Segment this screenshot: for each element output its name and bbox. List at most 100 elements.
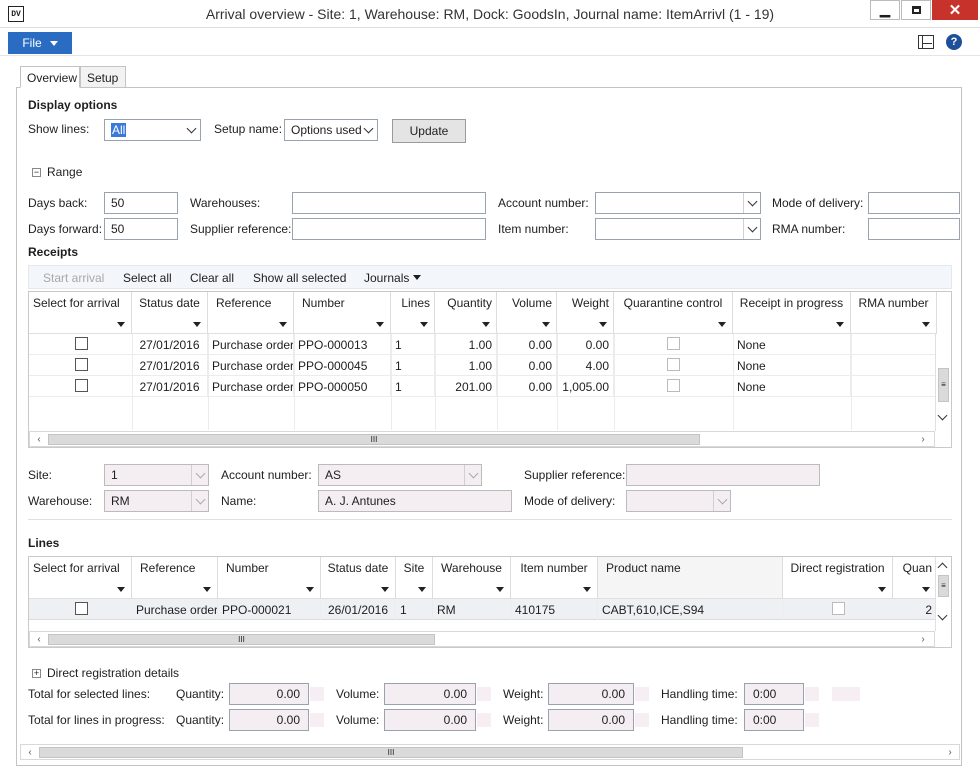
page-horizontal-scrollbar[interactable]: ‹ III › xyxy=(20,744,960,760)
scroll-right-icon[interactable]: › xyxy=(916,432,930,446)
filter-reference[interactable] xyxy=(208,314,294,334)
filter-rma-number[interactable] xyxy=(851,314,937,334)
filter-product-name[interactable] xyxy=(598,579,783,599)
detail-account-number-field[interactable]: AS xyxy=(318,464,482,486)
supplier-reference-input[interactable] xyxy=(292,218,486,240)
filter-status-date[interactable] xyxy=(132,314,208,334)
item-number-input[interactable] xyxy=(595,218,761,240)
table-row[interactable]: Purchase order PPO-000021 26/01/2016 1 R… xyxy=(29,599,937,620)
col-lines[interactable]: Lines xyxy=(391,292,435,314)
scroll-down-icon[interactable] xyxy=(937,610,948,621)
scroll-left-icon[interactable]: ‹ xyxy=(23,745,37,759)
col-reference[interactable]: Reference xyxy=(132,557,218,579)
receipts-horizontal-scrollbar[interactable]: ‹ III › xyxy=(29,431,935,447)
tab-setup[interactable]: Setup xyxy=(80,66,126,88)
lines-vertical-scrollbar[interactable]: ≡ xyxy=(935,557,951,631)
maximize-button[interactable] xyxy=(901,0,931,20)
col-select-for-arrival[interactable]: Select for arrival xyxy=(29,292,132,314)
filter-weight[interactable] xyxy=(557,314,614,334)
scroll-thumb[interactable]: III xyxy=(39,747,743,758)
scroll-left-icon[interactable]: ‹ xyxy=(32,432,46,446)
col-select-for-arrival[interactable]: Select for arrival xyxy=(29,557,132,579)
col-volume[interactable]: Volume xyxy=(497,292,557,314)
tab-overview[interactable]: Overview xyxy=(20,66,80,88)
mode-of-delivery-input[interactable] xyxy=(868,192,960,214)
filter-select-for-arrival[interactable] xyxy=(29,314,132,334)
filter-item-number[interactable] xyxy=(511,579,598,599)
journals-menu-button[interactable]: Journals xyxy=(364,271,421,285)
col-item-number[interactable]: Item number xyxy=(511,557,598,579)
filter-receipt-in-progress[interactable] xyxy=(733,314,851,334)
setup-name-select[interactable]: Options used xyxy=(284,119,378,141)
account-number-input[interactable] xyxy=(595,192,761,214)
col-product-name[interactable]: Product name xyxy=(598,557,783,579)
name-field[interactable]: A. J. Antunes xyxy=(318,490,512,512)
detail-supplier-reference-field[interactable] xyxy=(626,464,820,486)
filter-warehouse[interactable] xyxy=(433,579,511,599)
col-receipt-in-progress[interactable]: Receipt in progress xyxy=(733,292,851,314)
receipts-vertical-scrollbar[interactable]: ≡ xyxy=(935,334,951,431)
expand-direct-registration-icon[interactable]: + xyxy=(32,669,41,678)
collapse-range-icon[interactable]: − xyxy=(32,168,41,177)
warehouse-field[interactable]: RM xyxy=(104,490,209,512)
col-reference[interactable]: Reference xyxy=(208,292,294,314)
filter-quantity[interactable] xyxy=(435,314,497,334)
select-for-arrival-checkbox[interactable] xyxy=(75,602,88,615)
chevron-down-icon[interactable] xyxy=(743,219,760,239)
close-button[interactable]: ✕ xyxy=(932,0,978,20)
col-status-date[interactable]: Status date xyxy=(321,557,396,579)
col-number[interactable]: Number xyxy=(218,557,321,579)
scroll-right-icon[interactable]: › xyxy=(916,632,930,646)
show-lines-select[interactable]: All xyxy=(104,119,201,141)
direct-registration-checkbox[interactable] xyxy=(832,602,845,615)
col-status-date[interactable]: Status date xyxy=(132,292,208,314)
select-all-button[interactable]: Select all xyxy=(123,271,172,285)
detail-mode-of-delivery-field[interactable] xyxy=(626,490,731,512)
filter-volume[interactable] xyxy=(497,314,557,334)
range-title[interactable]: Range xyxy=(47,165,82,179)
col-weight[interactable]: Weight xyxy=(557,292,614,314)
scroll-left-icon[interactable]: ‹ xyxy=(32,632,46,646)
direct-registration-title[interactable]: Direct registration details xyxy=(47,666,179,680)
layout-icon[interactable] xyxy=(918,35,934,49)
site-field[interactable]: 1 xyxy=(104,464,209,486)
table-row[interactable]: 27/01/2016 Purchase order PPO-000050 1 2… xyxy=(29,376,937,397)
clear-all-button[interactable]: Clear all xyxy=(190,271,234,285)
filter-status-date[interactable] xyxy=(321,579,396,599)
col-quarantine-control[interactable]: Quarantine control xyxy=(614,292,733,314)
file-menu-button[interactable]: File xyxy=(8,32,72,54)
scroll-thumb[interactable]: III xyxy=(48,634,435,645)
scroll-thumb[interactable]: ≡ xyxy=(938,575,949,597)
scroll-thumb[interactable]: ≡ xyxy=(938,368,949,402)
help-icon[interactable]: ? xyxy=(946,34,962,50)
filter-reference[interactable] xyxy=(132,579,218,599)
col-rma-number[interactable]: RMA number xyxy=(851,292,937,314)
days-back-input[interactable]: 50 xyxy=(104,192,178,214)
start-arrival-button[interactable]: Start arrival xyxy=(43,271,104,285)
table-row[interactable]: 27/01/2016 Purchase order PPO-000045 1 1… xyxy=(29,355,937,376)
scroll-right-icon[interactable]: › xyxy=(943,745,957,759)
col-site[interactable]: Site xyxy=(396,557,433,579)
filter-site[interactable] xyxy=(396,579,433,599)
select-for-arrival-checkbox[interactable] xyxy=(75,337,88,350)
scroll-down-icon[interactable] xyxy=(937,410,948,421)
scroll-thumb[interactable]: III xyxy=(48,434,700,445)
days-forward-input[interactable]: 50 xyxy=(104,218,178,240)
rma-number-input[interactable] xyxy=(868,218,960,240)
lines-horizontal-scrollbar[interactable]: ‹ III › xyxy=(29,631,935,647)
select-for-arrival-checkbox[interactable] xyxy=(75,358,88,371)
table-row[interactable]: 27/01/2016 Purchase order PPO-000013 1 1… xyxy=(29,334,937,355)
col-number[interactable]: Number xyxy=(294,292,391,314)
col-warehouse[interactable]: Warehouse xyxy=(433,557,511,579)
filter-quarantine-control[interactable] xyxy=(614,314,733,334)
scroll-up-icon[interactable] xyxy=(937,561,948,573)
filter-lines[interactable] xyxy=(391,314,435,334)
col-quantity[interactable]: Quan xyxy=(893,557,937,579)
filter-number[interactable] xyxy=(218,579,321,599)
chevron-down-icon[interactable] xyxy=(743,193,760,213)
update-button[interactable]: Update xyxy=(392,119,466,143)
filter-select-for-arrival[interactable] xyxy=(29,579,132,599)
col-quantity[interactable]: Quantity xyxy=(435,292,497,314)
warehouses-input[interactable] xyxy=(292,192,486,214)
show-all-selected-button[interactable]: Show all selected xyxy=(253,271,346,285)
